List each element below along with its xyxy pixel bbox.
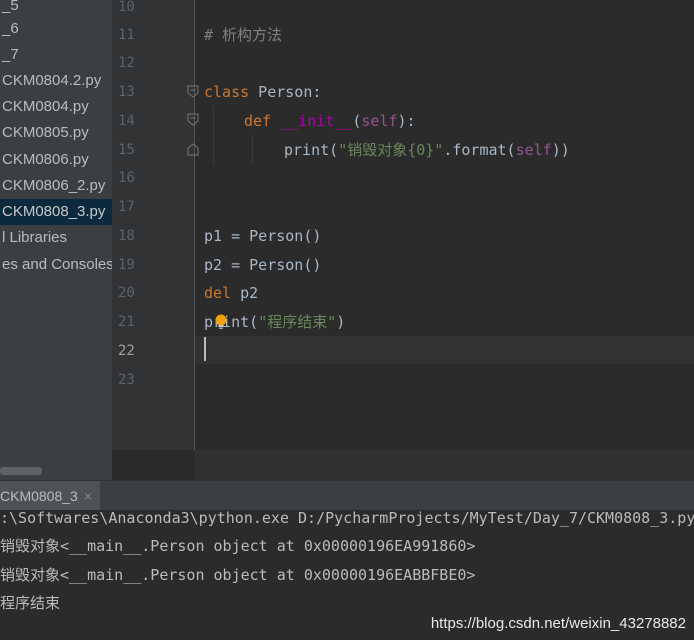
line-number: 14	[118, 113, 135, 129]
console-line: 销毁对象<__main__.Person object at 0x0000019…	[0, 566, 476, 584]
sidebar-item-external-libraries[interactable]: l Libraries	[0, 225, 112, 251]
sidebar-item[interactable]: _6	[0, 16, 112, 42]
code-line-15: print("销毁对象{0}".format(self))	[284, 136, 570, 164]
paren-close: ))	[551, 141, 570, 159]
line-number: 16	[118, 170, 135, 186]
sidebar-item-file[interactable]: CKM0806.py	[0, 147, 112, 173]
close-icon[interactable]: ×	[84, 488, 92, 504]
watermark: https://blog.csdn.net/weixin_43278882	[430, 615, 686, 632]
sidebar-item-file[interactable]: CKM0804.2.py	[0, 68, 112, 94]
line-number: 20	[118, 285, 135, 301]
console-line: 销毁对象<__main__.Person object at 0x0000019…	[0, 537, 476, 555]
string-literal: "销毁对象{0}"	[338, 141, 444, 159]
code-line-18: p1 = Person()	[204, 227, 322, 245]
intention-bulb-icon[interactable]	[214, 314, 228, 330]
paren-close: )	[336, 313, 346, 331]
run-tab-label: CKM0808_3	[0, 488, 78, 504]
indent-guide	[213, 106, 214, 164]
line-number: 18	[118, 228, 135, 244]
param-self: self	[361, 112, 398, 130]
code-line-20: del p2	[204, 279, 258, 307]
indent-guide	[252, 134, 253, 164]
class-name: Person:	[249, 83, 322, 101]
line-number: 19	[118, 257, 135, 273]
print-call: print(	[204, 313, 259, 331]
sidebar-item-file[interactable]: CKM0806_2.py	[0, 173, 112, 199]
console-line: 程序结束	[0, 594, 61, 612]
keyword-class: class	[204, 83, 250, 101]
console-line: :\Softwares\Anaconda3\python.exe D:/Pych…	[0, 509, 694, 527]
line-number: 10	[118, 0, 135, 15]
fold-marker-icon[interactable]	[186, 113, 200, 127]
keyword-def: def	[244, 112, 272, 130]
text-caret	[204, 337, 206, 361]
line-number: 15	[118, 142, 135, 158]
sidebar-scrollbar[interactable]	[0, 467, 42, 475]
line-number: 21	[118, 314, 135, 330]
line-number: 23	[118, 372, 135, 388]
sidebar-item[interactable]: _7	[0, 42, 112, 68]
gutter-separator	[194, 0, 195, 450]
sidebar-item-file[interactable]: CKM0805.py	[0, 120, 112, 146]
code-line-14: def __init__(self):	[244, 107, 416, 135]
code-line-11: # 析构方法	[204, 26, 283, 44]
fold-marker-icon[interactable]	[186, 85, 200, 99]
line-number: 13	[118, 84, 135, 100]
code-line-13: class Person:	[204, 78, 321, 106]
current-line-highlight	[195, 336, 694, 364]
fold-end-marker-icon[interactable]	[186, 142, 200, 156]
sidebar-item-file-selected[interactable]: CKM0808_3.py	[0, 199, 112, 225]
keyword-del: del	[204, 284, 232, 302]
method-name: __init__	[280, 112, 353, 130]
arg-self: self	[515, 141, 552, 159]
format-call: .format(	[443, 141, 516, 159]
sidebar-item-scratches[interactable]: es and Consoles	[0, 252, 112, 278]
code-line-19: p2 = Person()	[204, 256, 322, 274]
line-number: 12	[118, 55, 135, 71]
line-number: 11	[118, 27, 135, 43]
line-number-current: 22	[118, 343, 135, 359]
line-number: 17	[118, 199, 135, 215]
editor-horizontal-scrollbar[interactable]	[195, 450, 694, 480]
paren-close: ):	[397, 112, 416, 130]
string-literal: "程序结束"	[258, 313, 337, 331]
sidebar-item-file[interactable]: CKM0804.py	[0, 94, 112, 120]
var-name: p2	[231, 284, 259, 302]
project-sidebar: _5 _6 _7 CKM0804.2.py CKM0804.py CKM0805…	[0, 0, 112, 480]
print-call: print(	[284, 141, 339, 159]
